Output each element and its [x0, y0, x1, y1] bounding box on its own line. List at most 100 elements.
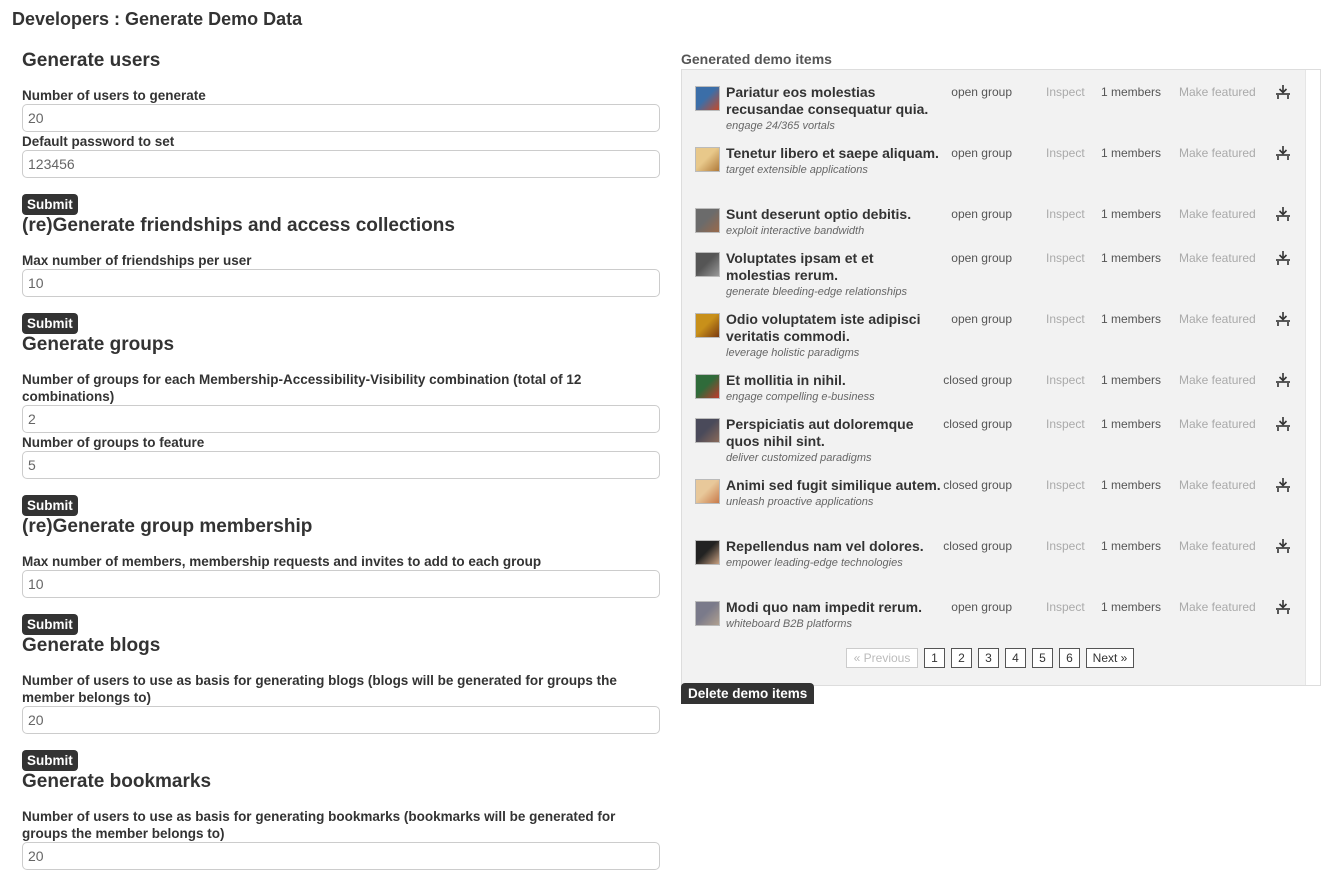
pagination-page-3[interactable]: 3 [978, 648, 999, 668]
pagination-previous: « Previous [846, 648, 918, 668]
make-featured-link[interactable]: Make featured [1179, 146, 1256, 160]
make-featured-link[interactable]: Make featured [1179, 85, 1256, 99]
download-icon[interactable] [1274, 416, 1292, 434]
friendships-submit-button[interactable]: Submit [22, 313, 78, 334]
demo-item-title[interactable]: Odio voluptatem iste adipisci veritatis … [726, 311, 941, 345]
pagination-next[interactable]: Next » [1086, 648, 1134, 668]
download-icon[interactable] [1274, 599, 1292, 617]
group-thumbnail-icon[interactable] [695, 601, 720, 626]
download-icon[interactable] [1274, 206, 1292, 224]
members-count[interactable]: 1 members [1101, 600, 1161, 614]
make-featured-link[interactable]: Make featured [1179, 539, 1256, 553]
delete-demo-items-button[interactable]: Delete demo items [681, 683, 815, 704]
group-thumbnail-icon[interactable] [695, 252, 720, 277]
max-friendships-input[interactable] [22, 269, 660, 297]
demo-item-title[interactable]: Et mollitia in nihil. [726, 372, 941, 389]
download-icon[interactable] [1274, 538, 1292, 556]
pagination-page-1[interactable]: 1 [924, 648, 945, 668]
group-thumbnail-icon[interactable] [695, 313, 720, 338]
demo-item-subtitle: deliver customized paradigms [726, 452, 872, 464]
make-featured-link[interactable]: Make featured [1179, 312, 1256, 326]
group-type: closed group [943, 417, 1012, 431]
max-friendships-label: Max number of friendships per user [22, 253, 252, 268]
group-thumbnail-icon[interactable] [695, 374, 720, 399]
groups-to-feature-input[interactable] [22, 451, 660, 479]
group-type: open group [951, 251, 1012, 265]
inspect-link[interactable]: Inspect [1046, 312, 1085, 326]
make-featured-link[interactable]: Make featured [1179, 478, 1256, 492]
bookmarks-users-input[interactable] [22, 842, 660, 870]
max-members-input[interactable] [22, 570, 660, 598]
generate-groups-heading: Generate groups [22, 334, 175, 355]
group-thumbnail-icon[interactable] [695, 418, 720, 443]
make-featured-link[interactable]: Make featured [1179, 417, 1256, 431]
demo-item-title[interactable]: Pariatur eos molestias recusandae conseq… [726, 84, 941, 118]
demo-item-subtitle: whiteboard B2B platforms [726, 618, 852, 630]
panel-scrollbar[interactable] [1305, 70, 1320, 685]
inspect-link[interactable]: Inspect [1046, 146, 1085, 160]
group-type: open group [951, 85, 1012, 99]
inspect-link[interactable]: Inspect [1046, 417, 1085, 431]
default-password-input[interactable] [22, 150, 660, 178]
pagination-page-2[interactable]: 2 [951, 648, 972, 668]
pagination-page-6[interactable]: 6 [1059, 648, 1080, 668]
groups-per-combination-label: Number of groups for each Membership-Acc… [22, 372, 582, 404]
group-type: open group [951, 600, 1012, 614]
pagination-page-4[interactable]: 4 [1005, 648, 1026, 668]
members-count[interactable]: 1 members [1101, 417, 1161, 431]
members-count[interactable]: 1 members [1101, 478, 1161, 492]
bookmarks-users-label: Number of users to use as basis for gene… [22, 809, 616, 841]
group-type: open group [951, 146, 1012, 160]
download-icon[interactable] [1274, 84, 1292, 102]
members-count[interactable]: 1 members [1101, 373, 1161, 387]
inspect-link[interactable]: Inspect [1046, 251, 1085, 265]
inspect-link[interactable]: Inspect [1046, 207, 1085, 221]
download-icon[interactable] [1274, 250, 1292, 268]
users-count-label: Number of users to generate [22, 88, 206, 103]
group-thumbnail-icon[interactable] [695, 208, 720, 233]
inspect-link[interactable]: Inspect [1046, 85, 1085, 99]
download-icon[interactable] [1274, 372, 1292, 390]
generate-users-submit-button[interactable]: Submit [22, 194, 78, 215]
make-featured-link[interactable]: Make featured [1179, 600, 1256, 614]
demo-item-subtitle: exploit interactive bandwidth [726, 225, 865, 237]
make-featured-link[interactable]: Make featured [1179, 251, 1256, 265]
group-thumbnail-icon[interactable] [695, 147, 720, 172]
generate-blogs-heading: Generate blogs [22, 635, 161, 656]
members-count[interactable]: 1 members [1101, 312, 1161, 326]
group-thumbnail-icon[interactable] [695, 540, 720, 565]
inspect-link[interactable]: Inspect [1046, 539, 1085, 553]
members-count[interactable]: 1 members [1101, 146, 1161, 160]
members-count[interactable]: 1 members [1101, 251, 1161, 265]
make-featured-link[interactable]: Make featured [1179, 373, 1256, 387]
demo-items-heading: Generated demo items [681, 51, 832, 67]
generate-blogs-submit-button[interactable]: Submit [22, 750, 78, 771]
demo-item-title[interactable]: Modi quo nam impedit rerum. [726, 599, 941, 616]
inspect-link[interactable]: Inspect [1046, 373, 1085, 387]
demo-item-title[interactable]: Repellendus nam vel dolores. [726, 538, 941, 555]
make-featured-link[interactable]: Make featured [1179, 207, 1256, 221]
members-count[interactable]: 1 members [1101, 85, 1161, 99]
members-count[interactable]: 1 members [1101, 539, 1161, 553]
demo-item-subtitle: engage compelling e-business [726, 391, 875, 403]
demo-item-title[interactable]: Tenetur libero et saepe aliquam. [726, 145, 941, 162]
download-icon[interactable] [1274, 145, 1292, 163]
inspect-link[interactable]: Inspect [1046, 600, 1085, 614]
demo-item-title[interactable]: Animi sed fugit similique autem. [726, 477, 941, 494]
generate-groups-submit-button[interactable]: Submit [22, 495, 78, 516]
groups-per-combination-input[interactable] [22, 405, 660, 433]
download-icon[interactable] [1274, 477, 1292, 495]
members-count[interactable]: 1 members [1101, 207, 1161, 221]
users-count-input[interactable] [22, 104, 660, 132]
download-icon[interactable] [1274, 311, 1292, 329]
demo-item-subtitle: empower leading-edge technologies [726, 557, 903, 569]
blogs-users-input[interactable] [22, 706, 660, 734]
demo-item-title[interactable]: Sunt deserunt optio debitis. [726, 206, 941, 223]
demo-item-title[interactable]: Perspiciatis aut doloremque quos nihil s… [726, 416, 941, 450]
pagination-page-5[interactable]: 5 [1032, 648, 1053, 668]
demo-item-title[interactable]: Voluptates ipsam et et molestias rerum. [726, 250, 941, 284]
membership-submit-button[interactable]: Submit [22, 614, 78, 635]
group-thumbnail-icon[interactable] [695, 479, 720, 504]
inspect-link[interactable]: Inspect [1046, 478, 1085, 492]
group-thumbnail-icon[interactable] [695, 86, 720, 111]
